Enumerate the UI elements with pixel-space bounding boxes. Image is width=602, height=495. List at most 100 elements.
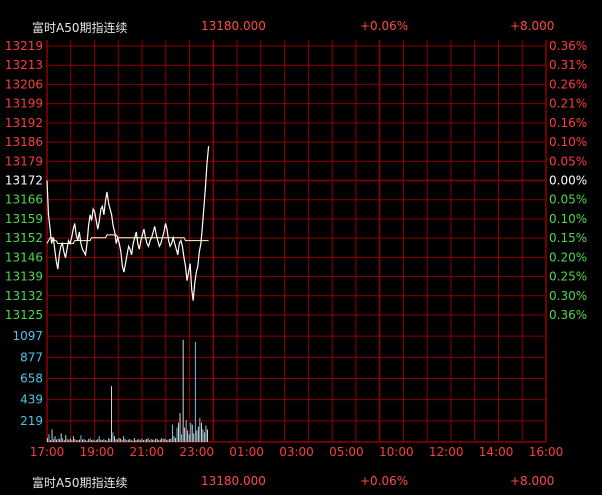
volume-bar: [168, 439, 170, 442]
price-tick-label: 13172: [5, 174, 43, 188]
volume-bar: [63, 440, 65, 442]
percent-tick-label: 0.00%: [549, 174, 587, 188]
volume-bar: [158, 440, 160, 442]
volume-bar: [141, 438, 143, 442]
volume-bar: [104, 440, 106, 442]
price-tick-label: 13206: [5, 77, 43, 91]
time-axis-label: 12:00: [429, 445, 464, 459]
price-tick-label: 13199: [5, 97, 43, 111]
volume-bar: [190, 422, 192, 442]
volume-bar: [133, 438, 135, 442]
volume-bar: [60, 433, 62, 442]
time-axis-label: 14:00: [479, 445, 514, 459]
footer-instrument-name: 富时A50期指连续: [32, 476, 128, 490]
volume-bar: [181, 434, 182, 442]
footer-change-value: +8.000: [510, 474, 555, 488]
volume-bar: [184, 427, 186, 442]
volume-bar: [92, 439, 94, 442]
volume-bar: [175, 438, 176, 442]
volume-bar: [50, 440, 51, 442]
time-axis-label: 17:00: [30, 445, 65, 459]
percent-tick-label: 0.36%: [549, 39, 587, 53]
volume-bar: [129, 439, 131, 442]
time-axis-label: 19:00: [80, 445, 115, 459]
time-axis-label: 23:00: [179, 445, 214, 459]
price-tick-label: 13166: [5, 193, 43, 207]
volume-tick-label: 1097: [12, 329, 43, 343]
volume-bar: [51, 429, 53, 442]
percent-tick-label: 0.16%: [549, 116, 587, 130]
volume-bar: [197, 426, 199, 442]
volume-bar: [138, 439, 140, 442]
volume-bar: [69, 438, 71, 442]
volume-bar: [120, 438, 122, 442]
volume-bar: [111, 386, 112, 442]
volume-bar: [178, 422, 179, 442]
volume-bar: [191, 424, 193, 442]
intraday-chart[interactable]: 13219 0.36% 13213 0.31% 13206 0.26% 13199 0.21%…: [0, 0, 602, 495]
volume-bar: [106, 440, 108, 442]
volume-bar: [80, 435, 82, 442]
percent-tick-label: 0.36%: [549, 308, 587, 322]
volume-bar: [161, 438, 163, 442]
volume-bar: [144, 439, 146, 442]
quote-footer: 富时A50期指连续 13180.000 +0.06% +8.000: [0, 470, 602, 492]
volume-bar: [117, 439, 118, 442]
percent-tick-label: 0.31%: [549, 58, 587, 72]
volume-bar: [204, 432, 205, 442]
volume-bar: [112, 432, 114, 442]
volume-bar: [83, 439, 85, 442]
percent-tick-label: 0.20%: [549, 250, 587, 264]
volume-bar: [187, 430, 189, 442]
price-tick-label: 13152: [5, 231, 43, 245]
price-tick-label: 13192: [5, 116, 43, 130]
price-tick-label: 13139: [5, 270, 43, 284]
volume-bar: [94, 440, 96, 442]
volume-bar: [53, 439, 54, 442]
volume-bar: [66, 439, 68, 442]
volume-bar: [159, 439, 161, 442]
volume-bar: [127, 439, 129, 442]
price-tick-label: 13213: [5, 58, 43, 72]
volume-bar: [57, 438, 59, 442]
price-tick-label: 13219: [5, 39, 43, 53]
volume-bar: [143, 440, 144, 442]
volume-bar: [132, 440, 134, 442]
volume-bar: [201, 422, 202, 442]
volume-bar: [156, 439, 158, 442]
volume-bar: [68, 439, 70, 442]
volume-tick-label: 658: [20, 372, 43, 386]
volume-bar: [62, 438, 64, 442]
price-tick-label: 13146: [5, 250, 43, 264]
volume-bar: [85, 440, 86, 442]
volume-bar: [103, 439, 105, 442]
percent-tick-label: 0.25%: [549, 270, 587, 284]
volume-bar: [179, 413, 181, 442]
volume-bar: [207, 429, 208, 442]
volume-bar: [152, 439, 154, 442]
volume-tick-label: 877: [20, 350, 43, 364]
price-tick-label: 13179: [5, 154, 43, 168]
time-axis-label: 05:00: [329, 445, 364, 459]
volume-bar: [121, 440, 123, 442]
footer-last-price: 13180.000: [201, 474, 266, 488]
volume-bar: [196, 430, 198, 442]
volume-bar: [54, 436, 56, 442]
volume-bar: [165, 440, 167, 442]
volume-bar: [59, 439, 61, 442]
time-axis-label: 01:00: [229, 445, 264, 459]
volume-bar: [95, 440, 97, 442]
volume-bar: [86, 440, 88, 442]
volume-bar: [108, 438, 109, 442]
time-axis-label: 16:00: [529, 445, 564, 459]
percent-tick-label: 0.21%: [549, 97, 587, 111]
volume-bar: [114, 436, 115, 442]
volume-tick-label: 219: [20, 414, 43, 428]
volume-bar: [194, 341, 196, 442]
volume-bar: [88, 439, 90, 442]
volume-bar: [74, 439, 76, 442]
volume-bar: [98, 436, 100, 442]
volume-bar: [153, 440, 155, 442]
volume-bar: [199, 417, 201, 442]
volume-bar: [164, 438, 166, 442]
